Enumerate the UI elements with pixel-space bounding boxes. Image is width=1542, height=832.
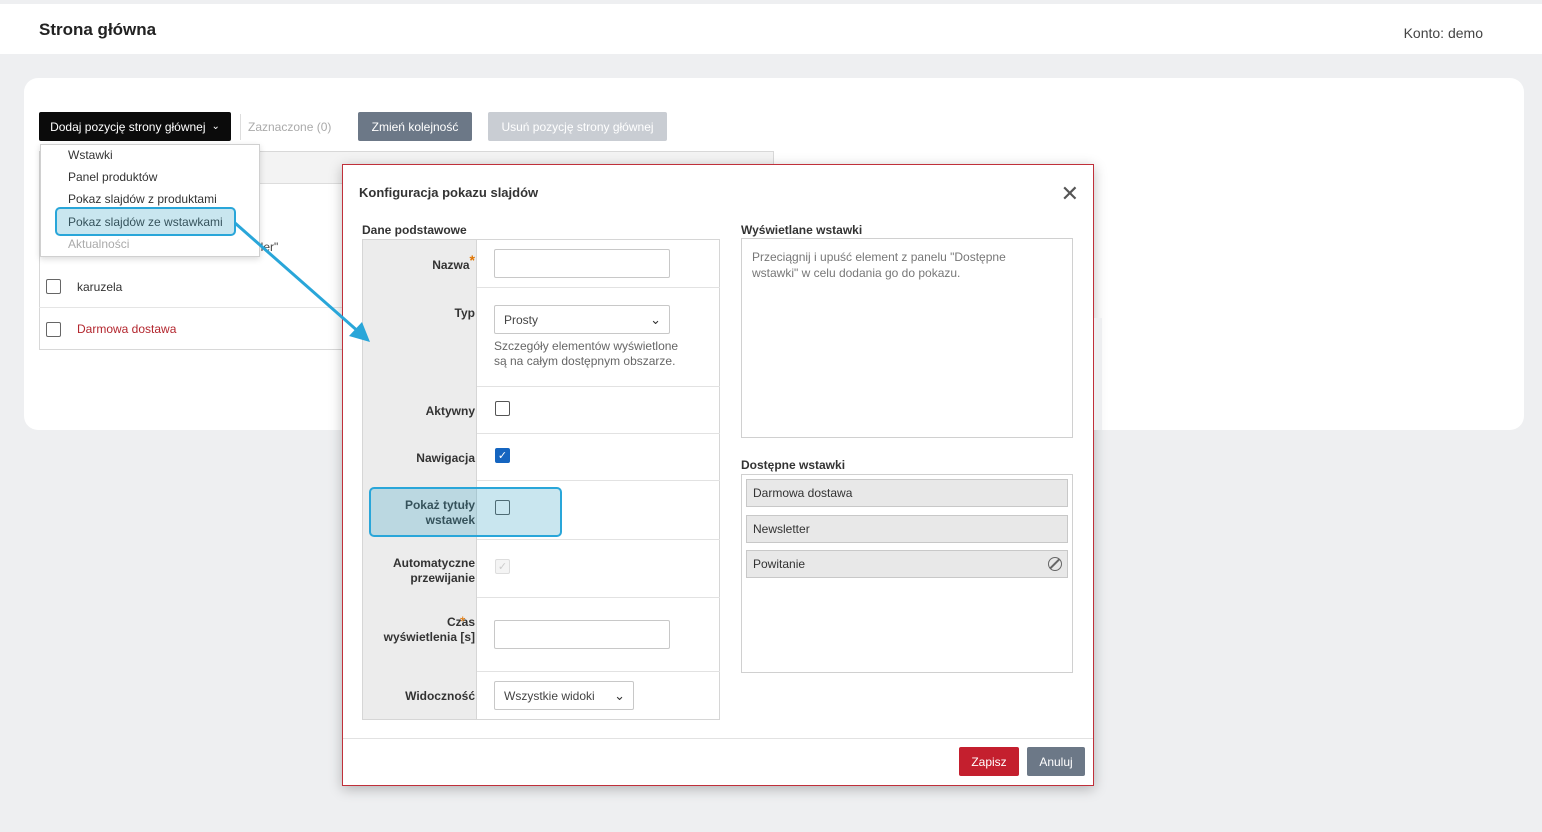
duration-input[interactable] xyxy=(494,620,670,649)
chevron-down-icon: ⌄ xyxy=(650,312,661,327)
selected-count: Zaznaczone (0) xyxy=(248,120,332,134)
type-hint: Szczegóły elementów wyświetlone są na ca… xyxy=(494,339,679,368)
account-user[interactable]: demo xyxy=(1448,25,1483,41)
list-partial-text: ller" xyxy=(258,240,279,254)
add-homepage-item-button[interactable]: Dodaj pozycję strony głównej ⌄ xyxy=(39,112,231,141)
active-checkbox[interactable] xyxy=(495,401,510,416)
type-select-value: Prosty xyxy=(504,312,539,327)
list-row[interactable]: Darmowa dostawa xyxy=(39,308,342,350)
row-divider xyxy=(477,386,720,387)
type-label: Typ xyxy=(454,306,475,320)
row-label: karuzela xyxy=(77,279,123,294)
account-label: Konto: xyxy=(1403,25,1445,41)
row-divider xyxy=(477,480,720,481)
navigation-checkbox[interactable]: ✓ xyxy=(495,448,510,463)
ban-icon xyxy=(1048,557,1062,571)
slideshow-config-modal: Konfiguracja pokazu slajdów ✕ Dane podst… xyxy=(342,164,1094,786)
displayed-inserts-heading: Wyświetlane wstawki xyxy=(741,223,863,237)
basic-data-heading: Dane podstawowe xyxy=(362,223,467,237)
menu-item-slideshow-products[interactable]: Pokaz slajdów z produktami xyxy=(68,192,217,206)
available-inserts-heading: Dostępne wstawki xyxy=(741,458,846,472)
visibility-select[interactable]: Wszystkie widoki ⌄ xyxy=(494,681,634,710)
menu-item-panel-produktow[interactable]: Panel produktów xyxy=(68,170,157,184)
row-checkbox[interactable] xyxy=(46,279,61,294)
displayed-inserts-dropzone[interactable]: Przeciągnij i upuść element z panelu "Do… xyxy=(741,238,1073,438)
add-button-label: Dodaj pozycję strony głównej xyxy=(50,119,206,134)
available-inserts-panel: Darmowa dostawa Newsletter Powitanie xyxy=(741,474,1073,673)
required-marker: * xyxy=(460,613,466,629)
modal-title: Konfiguracja pokazu slajdów xyxy=(359,185,539,200)
active-label: Aktywny xyxy=(425,404,475,418)
type-select[interactable]: Prosty ⌄ xyxy=(494,305,670,334)
dropzone-hint: Przeciągnij i upuść element z panelu "Do… xyxy=(752,250,1006,280)
row-label[interactable]: Darmowa dostawa xyxy=(77,322,176,336)
change-order-button[interactable]: Zmień kolejność xyxy=(358,112,472,141)
basic-data-form: Nazwa* Typ Prosty ⌄ Szczegóły elementów … xyxy=(362,239,720,720)
chevron-down-icon: ⌄ xyxy=(211,121,220,132)
close-icon[interactable]: ✕ xyxy=(1061,183,1079,205)
row-divider xyxy=(477,287,720,288)
menu-item-aktualnosci[interactable]: Aktualności xyxy=(68,237,129,251)
autoscroll-checkbox[interactable]: ✓ xyxy=(495,559,510,574)
available-insert-item[interactable]: Newsletter xyxy=(746,515,1068,543)
chevron-down-icon: ⌄ xyxy=(614,688,625,703)
row-divider xyxy=(477,671,720,672)
autoscroll-label: Automatyczne przewijanie xyxy=(392,556,475,585)
row-divider xyxy=(477,597,720,598)
top-bar: Strona główna Konto: demo xyxy=(0,4,1542,54)
footer-divider xyxy=(343,738,1093,739)
remove-homepage-item-button[interactable]: Usuń pozycję strony głównej xyxy=(488,112,667,141)
show-titles-highlight xyxy=(369,487,562,537)
account-info: Konto: demo xyxy=(1404,25,1483,41)
navigation-label: Nawigacja xyxy=(416,451,475,465)
menu-item-highlight xyxy=(55,207,236,236)
toolbar-divider xyxy=(240,114,241,140)
name-label: Nazwa* xyxy=(432,252,475,273)
name-input[interactable] xyxy=(494,249,670,278)
list-row[interactable]: karuzela xyxy=(39,266,342,308)
available-insert-item[interactable]: Darmowa dostawa xyxy=(746,479,1068,507)
page-title: Strona główna xyxy=(39,20,157,39)
row-checkbox[interactable] xyxy=(46,321,61,337)
visibility-label: Widoczność xyxy=(405,689,475,703)
available-insert-item[interactable]: Powitanie xyxy=(746,550,1068,578)
menu-item-wstawki[interactable]: Wstawki xyxy=(68,148,113,162)
row-divider xyxy=(477,433,720,434)
save-button[interactable]: Zapisz xyxy=(959,747,1019,776)
visibility-select-value: Wszystkie widoki xyxy=(504,688,595,703)
add-item-dropdown-menu: Wstawki Panel produktów Pokaz slajdów z … xyxy=(40,144,260,257)
row-divider xyxy=(477,539,720,540)
cancel-button[interactable]: Anuluj xyxy=(1027,747,1085,776)
background-strip xyxy=(1094,318,1102,430)
